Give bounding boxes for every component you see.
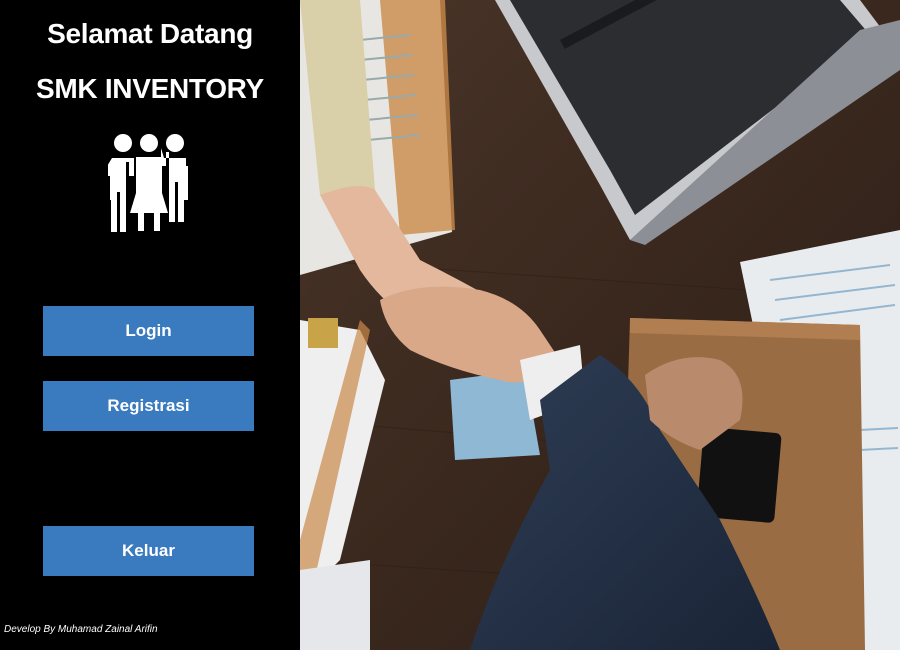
people-group-icon <box>108 134 188 232</box>
register-button[interactable]: Registrasi <box>43 381 254 431</box>
app-name: SMK INVENTORY <box>36 73 264 104</box>
welcome-title: Selamat Datang <box>47 18 253 49</box>
handshake-desk-illustration <box>300 0 900 650</box>
exit-button[interactable]: Keluar <box>43 526 254 576</box>
background-photo <box>300 0 900 650</box>
sidebar-panel: Selamat Datang SMK INVENTORY Login Regis… <box>0 0 300 650</box>
developer-credit: Develop By Muhamad Zainal Arifin <box>4 624 158 635</box>
login-button[interactable]: Login <box>43 306 254 356</box>
